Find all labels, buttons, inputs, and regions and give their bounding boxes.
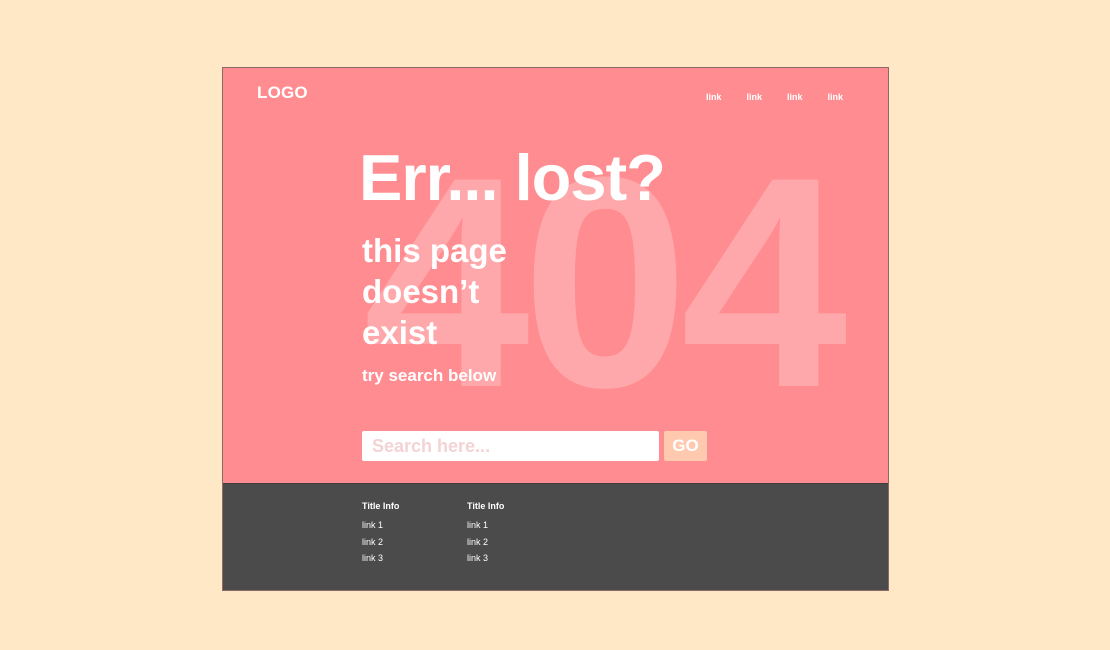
footer-link-1[interactable]: link 1: [467, 517, 504, 534]
top-nav: link link link link: [706, 92, 843, 102]
page-frame: LOGO link link link link 404 Err... lost…: [222, 67, 889, 591]
footer-link-3[interactable]: link 3: [362, 550, 399, 567]
nav-link-1[interactable]: link: [706, 92, 722, 102]
subline-line-1: this page: [362, 232, 507, 269]
page-headline: Err... lost?: [359, 141, 666, 214]
footer-link-1[interactable]: link 1: [362, 517, 399, 534]
footer-column-title: Title Info: [467, 501, 505, 511]
page-subline: this page doesn’t exist: [362, 230, 507, 353]
footer-column-2: Title Info link 1 link 2 link 3: [467, 500, 504, 567]
footer-column-1: Title Info link 1 link 2 link 3: [362, 500, 399, 567]
search-input[interactable]: [362, 431, 659, 461]
nav-link-4[interactable]: link: [827, 92, 843, 102]
footer-link-3[interactable]: link 3: [467, 550, 504, 567]
subline-line-2: doesn’t: [362, 273, 480, 310]
logo[interactable]: LOGO: [257, 83, 308, 103]
hero-section: LOGO link link link link 404 Err... lost…: [223, 68, 888, 483]
nav-link-3[interactable]: link: [787, 92, 803, 102]
go-button[interactable]: GO: [664, 431, 707, 461]
search-hint: try search below: [362, 366, 497, 385]
subline-line-3: exist: [362, 314, 438, 351]
footer-column-title: Title Info: [362, 501, 400, 511]
footer-link-2[interactable]: link 2: [467, 534, 504, 551]
footer: Title Info link 1 link 2 link 3 Title In…: [223, 483, 888, 590]
nav-link-2[interactable]: link: [746, 92, 762, 102]
footer-link-2[interactable]: link 2: [362, 534, 399, 551]
